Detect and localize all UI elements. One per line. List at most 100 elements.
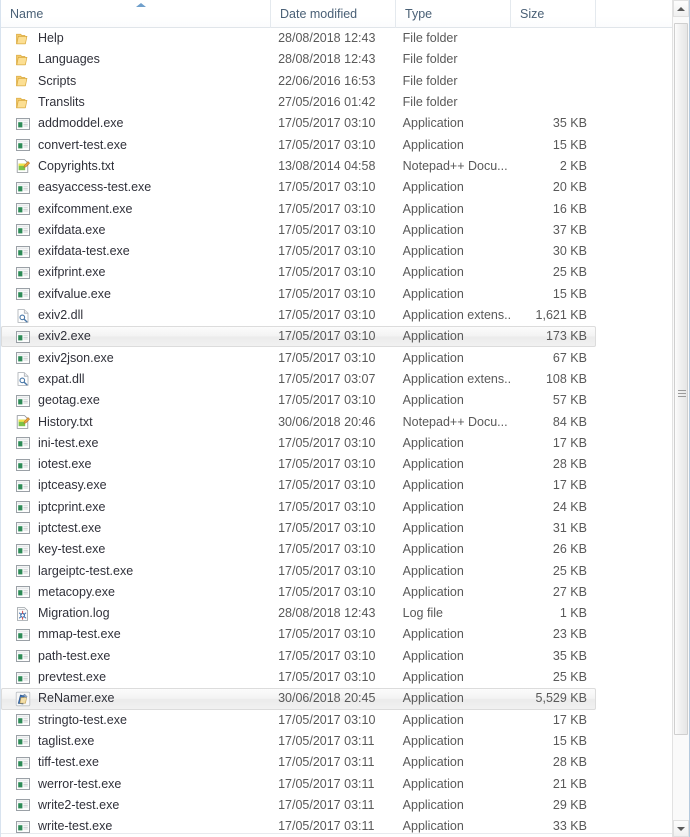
file-type-cell: Application xyxy=(402,478,464,493)
file-name-cell[interactable]: exiv2.exe xyxy=(2,326,271,347)
file-name-cell[interactable]: Scripts xyxy=(2,71,271,92)
file-name-cell[interactable]: ini-test.exe xyxy=(2,433,271,454)
scroll-up-button[interactable] xyxy=(673,0,689,17)
file-date-modified-cell: 17/05/2017 03:10 xyxy=(278,712,376,727)
file-name-cell[interactable]: Copyrights.txt xyxy=(2,156,271,177)
file-name-cell[interactable]: mmap-test.exe xyxy=(2,624,271,645)
file-row[interactable]: exifcomment.exe 17/05/2017 03:10 Applicati… xyxy=(1,198,596,219)
vertical-scrollbar[interactable] xyxy=(672,0,689,837)
file-row[interactable]: key-test.exe 17/05/2017 03:10 Application 2… xyxy=(1,539,596,560)
file-row[interactable]: ini-test.exe 17/05/2017 03:10 Application 1… xyxy=(1,433,596,454)
file-row[interactable]: easyaccess-test.exe 17/05/2017 03:10 Appli… xyxy=(1,177,596,198)
file-name-cell[interactable]: largeiptc-test.exe xyxy=(2,561,271,582)
file-type-cell: Application extens... xyxy=(402,308,511,323)
file-row[interactable]: convert-test.exe 17/05/2017 03:10 Applicat… xyxy=(1,134,596,155)
file-name-cell[interactable]: easyaccess-test.exe xyxy=(2,177,271,198)
file-row[interactable]: path-test.exe 17/05/2017 03:10 Application… xyxy=(1,646,596,667)
file-name-cell[interactable]: exifdata-test.exe xyxy=(2,241,271,262)
file-name-cell[interactable]: exifvalue.exe xyxy=(2,284,271,305)
file-name-cell[interactable]: iptceasy.exe xyxy=(2,475,271,496)
file-date-modified-cell: 17/05/2017 03:11 xyxy=(278,776,375,791)
file-name-cell[interactable]: exifcomment.exe xyxy=(2,199,271,220)
column-header-type[interactable]: Type xyxy=(396,0,511,28)
file-row[interactable]: iotest.exe 17/05/2017 03:10 Application 28 … xyxy=(1,454,596,475)
column-header-name[interactable]: Name xyxy=(1,0,271,28)
file-date-modified-cell: 17/05/2017 03:10 xyxy=(278,499,376,514)
file-type-cell: Notepad++ Docu... xyxy=(402,414,508,429)
file-row[interactable]: stringto-test.exe 17/05/2017 03:10 Applica… xyxy=(1,710,596,731)
application-icon xyxy=(15,776,31,792)
file-name-cell[interactable]: ReNamer.exe xyxy=(2,688,271,709)
file-name-cell[interactable]: exiv2json.exe xyxy=(2,348,271,369)
application-icon xyxy=(15,329,31,345)
file-row[interactable]: iptceasy.exe 17/05/2017 03:10 Application 1… xyxy=(1,475,596,496)
file-row[interactable]: Languages 28/08/2018 12:43 File folder xyxy=(1,49,596,70)
column-header-blank[interactable] xyxy=(596,0,674,28)
file-name-cell[interactable]: Help xyxy=(2,28,271,49)
file-row[interactable]: iptctest.exe 17/05/2017 03:10 Application 3… xyxy=(1,518,596,539)
file-name-cell[interactable]: tiff-test.exe xyxy=(2,752,271,773)
file-name-cell[interactable]: iotest.exe xyxy=(2,454,271,475)
file-name-cell[interactable]: Migration.log xyxy=(2,603,271,624)
file-row[interactable]: expat.dll 17/05/2017 03:07 Application ext… xyxy=(1,369,596,390)
file-row[interactable]: exifvalue.exe 17/05/2017 03:10 Application… xyxy=(1,284,596,305)
scroll-down-button[interactable] xyxy=(673,820,689,837)
file-row[interactable]: ReNamer.exe 30/06/2018 20:45 Application 5,… xyxy=(1,688,596,710)
file-size-cell: 84 KB xyxy=(552,414,587,429)
file-name-cell[interactable]: key-test.exe xyxy=(2,539,271,560)
file-size-cell: 30 KB xyxy=(552,244,587,259)
file-name-cell[interactable]: exifprint.exe xyxy=(2,262,271,283)
file-row[interactable]: metacopy.exe 17/05/2017 03:10 Application 2… xyxy=(1,582,596,603)
file-date-modified-cell: 17/05/2017 03:10 xyxy=(278,308,376,323)
file-row[interactable]: write2-test.exe 17/05/2017 03:11 Applicati… xyxy=(1,795,596,816)
column-header-size[interactable]: Size xyxy=(511,0,596,28)
file-row[interactable]: addmoddel.exe 17/05/2017 03:10 Application… xyxy=(1,113,596,134)
file-row[interactable]: exiv2json.exe 17/05/2017 03:10 Application… xyxy=(1,347,596,368)
file-row[interactable]: geotag.exe 17/05/2017 03:10 Application 57 … xyxy=(1,390,596,411)
file-row[interactable]: exiv2.dll 17/05/2017 03:10 Application ext… xyxy=(1,305,596,326)
file-row[interactable]: Scripts 22/06/2016 16:53 File folder xyxy=(1,71,596,92)
file-name-cell[interactable]: exiv2.dll xyxy=(2,305,271,326)
file-name-cell[interactable]: write2-test.exe xyxy=(2,795,271,816)
file-name-cell[interactable]: taglist.exe xyxy=(2,731,271,752)
file-row[interactable]: History.txt 30/06/2018 20:46 Notepad++ Doc… xyxy=(1,411,596,432)
file-row[interactable]: exifdata-test.exe 17/05/2017 03:10 Applica… xyxy=(1,241,596,262)
file-name-cell[interactable]: path-test.exe xyxy=(2,646,271,667)
file-name-label: Copyrights.txt xyxy=(38,158,115,173)
column-header-date-modified[interactable]: Date modified xyxy=(271,0,396,28)
file-name-cell[interactable]: stringto-test.exe xyxy=(2,710,271,731)
file-name-cell[interactable]: metacopy.exe xyxy=(2,582,271,603)
file-row[interactable]: largeiptc-test.exe 17/05/2017 03:10 Applic… xyxy=(1,560,596,581)
file-row[interactable]: iptcprint.exe 17/05/2017 03:10 Application… xyxy=(1,497,596,518)
column-header-row: Name Date modified Type Size xyxy=(1,0,689,28)
file-name-cell[interactable]: werror-test.exe xyxy=(2,774,271,795)
file-name-cell[interactable]: addmoddel.exe xyxy=(2,113,271,134)
file-row[interactable]: Translits 27/05/2016 01:42 File folder xyxy=(1,92,596,113)
application-icon xyxy=(15,712,31,728)
file-name-cell[interactable]: iptctest.exe xyxy=(2,518,271,539)
file-name-cell[interactable]: Languages xyxy=(2,49,271,70)
file-row[interactable]: Copyrights.txt 13/08/2014 04:58 Notepad++ … xyxy=(1,156,596,177)
file-row[interactable]: prevtest.exe 17/05/2017 03:10 Application 2… xyxy=(1,667,596,688)
file-name-cell[interactable]: iptcprint.exe xyxy=(2,497,271,518)
file-row[interactable]: werror-test.exe 17/05/2017 03:11 Applicati… xyxy=(1,773,596,794)
file-row[interactable]: mmap-test.exe 17/05/2017 03:10 Application… xyxy=(1,624,596,645)
file-name-cell[interactable]: exifdata.exe xyxy=(2,220,271,241)
file-name-cell[interactable]: Translits xyxy=(2,92,271,113)
file-name-cell[interactable]: geotag.exe xyxy=(2,390,271,411)
file-row[interactable]: exifprint.exe 17/05/2017 03:10 Application… xyxy=(1,262,596,283)
file-name-cell[interactable]: History.txt xyxy=(2,412,271,433)
file-name-cell[interactable]: expat.dll xyxy=(2,369,271,390)
file-date-modified-cell: 17/05/2017 03:10 xyxy=(278,137,376,152)
file-name-cell[interactable]: convert-test.exe xyxy=(2,135,271,156)
file-row[interactable]: Help 28/08/2018 12:43 File folder xyxy=(1,28,596,49)
file-row[interactable]: exiv2.exe 17/05/2017 03:10 Application 173 … xyxy=(1,326,596,348)
file-row[interactable]: tiff-test.exe 17/05/2017 03:11 Application… xyxy=(1,752,596,773)
file-row[interactable]: Migration.log 28/08/2018 12:43 Log file 1 K… xyxy=(1,603,596,624)
file-type-cell: Application xyxy=(402,733,464,748)
application-icon xyxy=(15,180,31,196)
file-row[interactable]: taglist.exe 17/05/2017 03:11 Application 15… xyxy=(1,731,596,752)
file-name-cell[interactable]: prevtest.exe xyxy=(2,667,271,688)
file-row[interactable]: exifdata.exe 17/05/2017 03:10 Application 3… xyxy=(1,220,596,241)
scrollbar-thumb[interactable] xyxy=(674,23,688,735)
